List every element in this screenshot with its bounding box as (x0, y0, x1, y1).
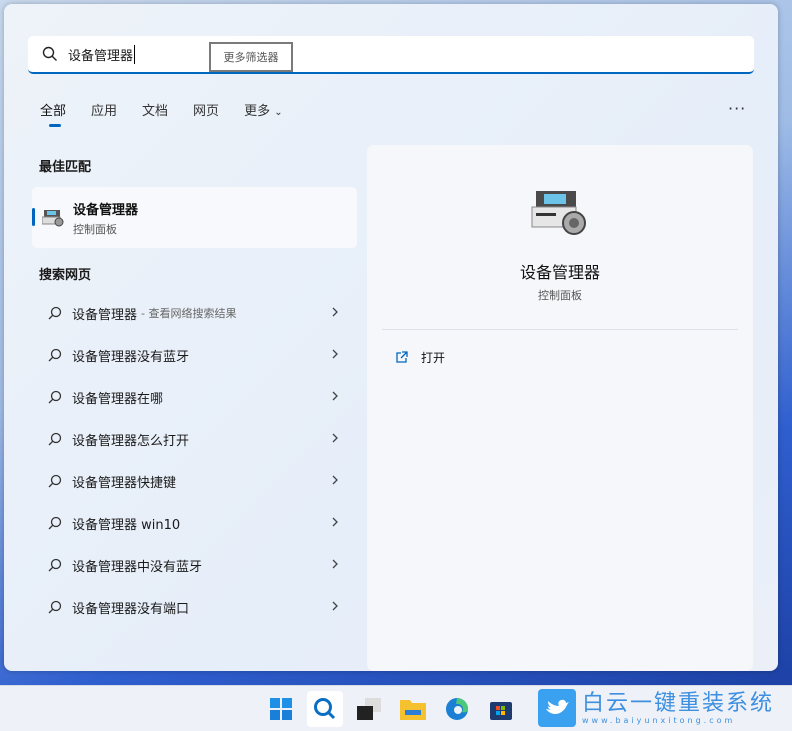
suggestion-label: 设备管理器怎么打开 (72, 433, 190, 449)
web-suggestion-item[interactable]: 设备管理器快捷键 (32, 462, 357, 500)
chevron-right-icon (332, 559, 338, 569)
windows-logo-icon (270, 698, 292, 720)
chevron-right-icon (332, 475, 338, 485)
search-icon (48, 600, 62, 614)
suggestion-sublabel: - 查看网络搜索结果 (141, 307, 237, 320)
chevron-down-icon: ⌄ (274, 107, 283, 118)
taskbar-search-button[interactable] (307, 691, 343, 727)
web-suggestion-item[interactable]: 设备管理器中没有蓝牙 (32, 546, 357, 584)
chevron-right-icon (332, 349, 338, 359)
filter-tabs: 全部 应用 文档 网页 更多 ⌄ (40, 100, 308, 127)
suggestion-label: 设备管理器 win10 (72, 517, 181, 533)
folder-icon (400, 700, 426, 720)
chevron-right-icon (332, 307, 338, 317)
divider (382, 329, 738, 330)
tab-more-label: 更多 (244, 104, 271, 119)
web-search-heading: 搜索网页 (39, 268, 92, 283)
taskbar: 白云一键重装系统 www.baiyunxitong.com (0, 685, 792, 731)
store-icon (490, 702, 512, 720)
open-external-icon (396, 351, 408, 363)
search-icon (48, 432, 62, 446)
suggestion-label: 设备管理器没有蓝牙 (72, 349, 190, 365)
web-suggestion-item[interactable]: 设备管理器 win10 (32, 504, 357, 542)
best-match-heading: 最佳匹配 (39, 160, 92, 175)
watermark-logo: 白云一键重装系统 www.baiyunxitong.com (538, 689, 774, 727)
suggestion-label: 设备管理器 (72, 307, 138, 323)
suggestion-label: 设备管理器没有端口 (72, 601, 190, 617)
task-view-icon (357, 698, 381, 720)
search-icon (314, 698, 336, 720)
suggestion-label: 设备管理器在哪 (72, 391, 164, 407)
selection-indicator (32, 208, 35, 226)
detail-subtitle: 控制面板 (538, 289, 582, 302)
search-icon (48, 348, 62, 362)
search-icon (48, 474, 62, 488)
more-options-button[interactable]: ··· (728, 99, 746, 118)
start-button[interactable] (263, 691, 299, 727)
detail-panel: 设备管理器 控制面板 打开 (367, 145, 753, 671)
open-action[interactable]: 打开 (395, 349, 445, 366)
chevron-right-icon (332, 391, 338, 401)
web-suggestion-item[interactable]: 设备管理器 - 查看网络搜索结果 (32, 294, 357, 332)
web-suggestion-item[interactable]: 设备管理器没有蓝牙 (32, 336, 357, 374)
edge-button[interactable] (439, 691, 475, 727)
suggestion-label: 设备管理器中没有蓝牙 (72, 559, 203, 575)
best-match-title: 设备管理器 (73, 203, 139, 218)
bird-logo-icon (538, 689, 576, 727)
open-label: 打开 (421, 351, 446, 365)
suggestion-label: 设备管理器快捷键 (72, 475, 177, 491)
chevron-right-icon (332, 517, 338, 527)
web-suggestion-item[interactable]: 设备管理器怎么打开 (32, 420, 357, 458)
detail-title: 设备管理器 (519, 263, 600, 282)
tab-all[interactable]: 全部 (40, 100, 66, 127)
web-suggestion-item[interactable]: 设备管理器没有端口 (32, 588, 357, 626)
device-manager-large-icon (531, 191, 586, 235)
search-icon (48, 306, 62, 320)
web-suggestion-item[interactable]: 设备管理器在哪 (32, 378, 357, 416)
search-icon (48, 558, 62, 572)
store-button[interactable] (483, 691, 519, 727)
search-query[interactable]: 设备管理器 (68, 44, 136, 64)
search-icon (48, 390, 62, 404)
search-input[interactable]: 设备管理器 (28, 36, 754, 74)
file-explorer-button[interactable] (395, 691, 431, 727)
chevron-right-icon (332, 433, 338, 443)
tab-more[interactable]: 更多 ⌄ (244, 100, 283, 119)
tab-documents[interactable]: 文档 (142, 100, 168, 119)
watermark-url: www.baiyunxitong.com (582, 715, 736, 725)
edge-icon (446, 698, 468, 720)
more-filters-button[interactable]: 更多筛选器 (209, 42, 293, 72)
best-match-subtitle: 控制面板 (73, 223, 117, 236)
search-icon (42, 46, 57, 61)
watermark-title: 白云一键重装系统 (582, 690, 775, 716)
chevron-right-icon (332, 601, 338, 611)
device-manager-icon (42, 210, 64, 227)
start-search-window: 设备管理器 更多筛选器 全部 应用 文档 网页 更多 ⌄ ··· 最佳匹配 设备… (4, 4, 778, 671)
task-view-button[interactable] (351, 691, 387, 727)
best-match-item[interactable]: 设备管理器 控制面板 (32, 187, 357, 248)
search-icon (48, 516, 62, 530)
tab-web[interactable]: 网页 (193, 100, 219, 119)
tab-apps[interactable]: 应用 (91, 100, 117, 119)
